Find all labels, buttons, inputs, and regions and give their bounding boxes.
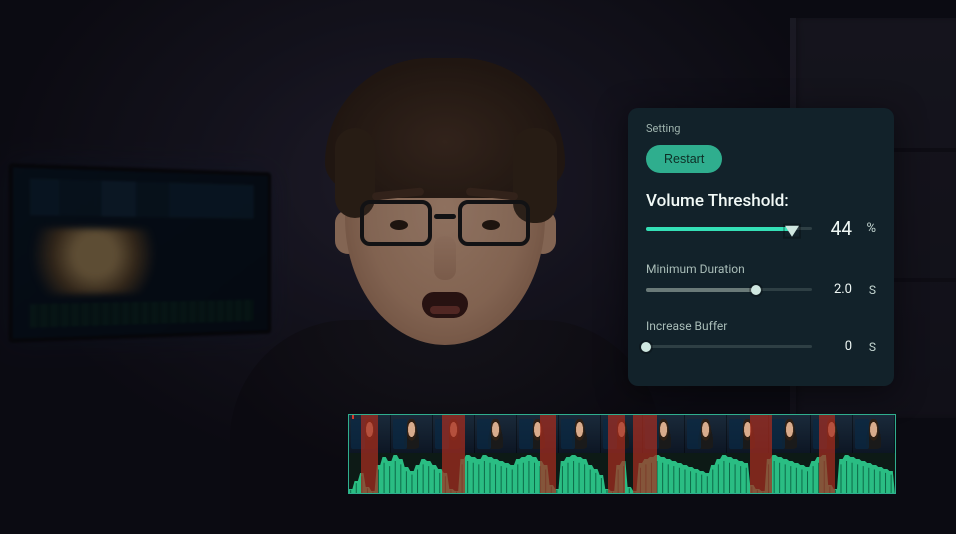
increase-buffer-unit: S [862,340,876,354]
increase-buffer-setting: Increase Buffer 0 S [646,319,876,354]
timeline-thumbnail [727,415,769,453]
volume-threshold-value: 44 [822,217,852,240]
timeline-thumbnail [601,415,643,453]
minimum-duration-setting: Minimum Duration 2.0 S [646,262,876,297]
timeline-thumbnail [391,415,433,453]
increase-buffer-label: Increase Buffer [646,319,876,333]
settings-section-label: Setting [646,122,876,135]
timeline-thumbnails [349,415,895,453]
minimum-duration-value: 2.0 [822,282,852,297]
timeline-thumbnail [853,415,895,453]
minimum-duration-label: Minimum Duration [646,262,876,276]
video-timeline[interactable] [348,414,896,494]
timeline-thumbnail [475,415,517,453]
timeline-thumbnail [349,415,391,453]
volume-threshold-unit: % [862,221,876,236]
minimum-duration-unit: S [862,283,876,297]
increase-buffer-value: 0 [822,339,852,354]
timeline-playhead[interactable] [352,414,354,419]
volume-threshold-slider[interactable] [646,222,812,236]
timeline-thumbnail [559,415,601,453]
timeline-thumbnail [517,415,559,453]
timeline-waveform [349,453,895,494]
settings-panel: Setting Restart Volume Threshold: 44 % M… [628,108,894,386]
increase-buffer-slider[interactable] [646,340,812,354]
timeline-thumbnail [811,415,853,453]
minimum-duration-slider[interactable] [646,283,812,297]
volume-threshold-setting: Volume Threshold: 44 % [646,191,876,240]
timeline-thumbnail [643,415,685,453]
timeline-thumbnail [769,415,811,453]
timeline-thumbnail [685,415,727,453]
restart-button[interactable]: Restart [646,145,722,173]
timeline-thumbnail [433,415,475,453]
volume-threshold-label: Volume Threshold: [646,191,876,211]
